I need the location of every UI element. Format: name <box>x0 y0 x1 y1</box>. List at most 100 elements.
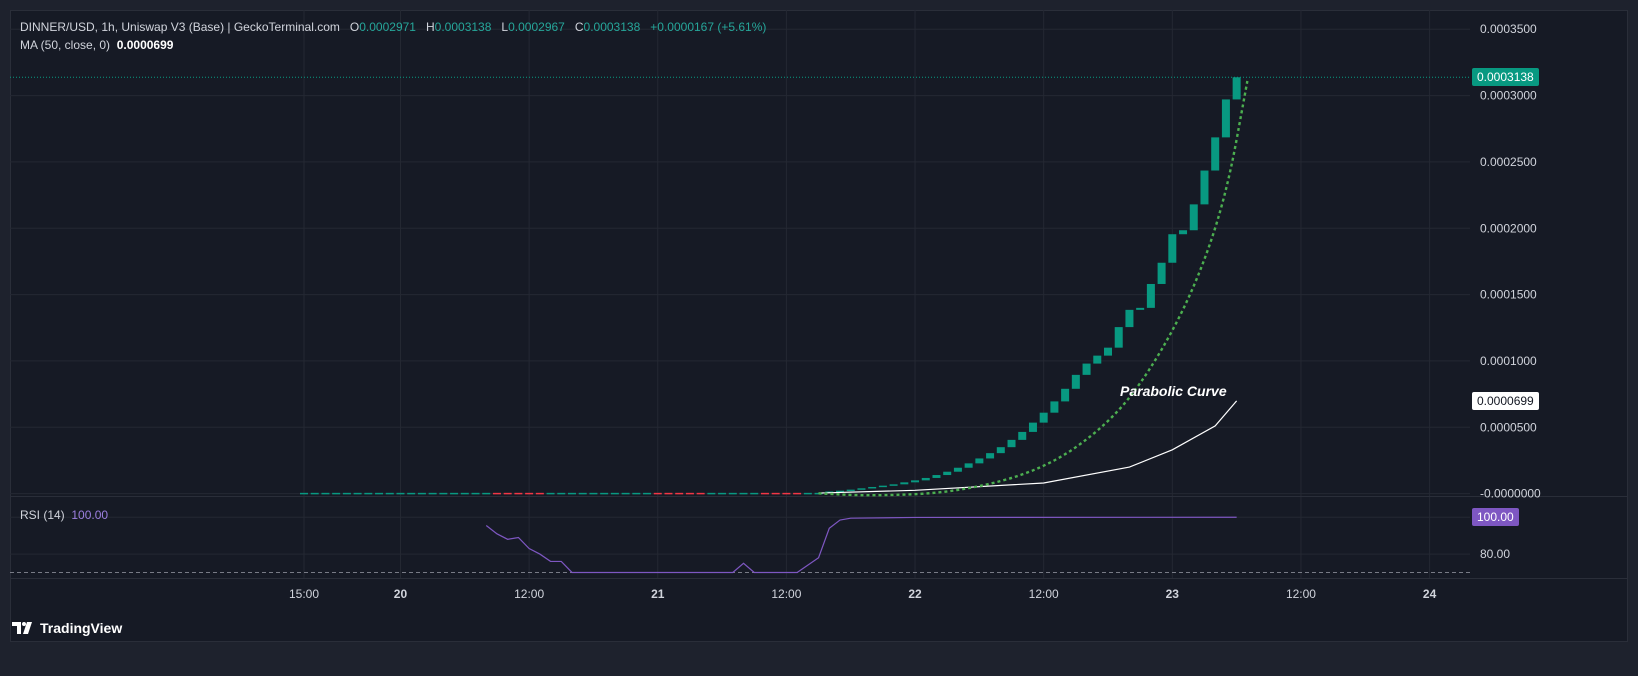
time-tick-label: 12:00 <box>1286 587 1316 601</box>
time-tick-label: 15:00 <box>289 587 319 601</box>
flat-candle <box>610 492 619 495</box>
candle <box>1071 374 1080 389</box>
close-label: C <box>574 20 584 34</box>
candle <box>1179 230 1188 235</box>
flat-candle <box>417 492 426 495</box>
price-tick-label: 0.0002500 <box>1480 155 1537 169</box>
flat-candle <box>771 492 780 495</box>
flat-candle <box>321 492 330 495</box>
ma-legend: MA (50, close, 0) 0.0000699 <box>20 38 173 52</box>
candle <box>943 471 952 476</box>
candle <box>846 489 855 492</box>
ma-line <box>818 400 1238 494</box>
price-tick-label: 0.0000500 <box>1480 420 1537 434</box>
candle <box>975 458 984 464</box>
last-price-badge: 0.0003138 <box>1472 68 1539 87</box>
rsi-value-badge: 100.00 <box>1472 508 1519 527</box>
flat-candle <box>482 492 491 495</box>
candle <box>932 475 941 478</box>
candle <box>1093 355 1102 364</box>
candle <box>1018 431 1027 440</box>
candle <box>1221 99 1230 138</box>
price-tick-label: 0.0003000 <box>1480 89 1537 103</box>
flat-candle <box>342 492 351 495</box>
flat-candle <box>696 492 705 495</box>
flat-candle <box>568 492 576 495</box>
candle <box>1146 283 1155 308</box>
rsi-series <box>10 516 1470 574</box>
candle <box>857 488 866 490</box>
flat-candle <box>407 492 416 495</box>
candle <box>921 477 930 481</box>
candle <box>1189 204 1198 231</box>
flat-candle <box>332 492 341 495</box>
candle <box>911 480 920 483</box>
tradingview-icon <box>12 622 32 634</box>
flat-candle <box>782 492 791 495</box>
chart-canvas[interactable]: 0.0003500 0.0003000 0.0002500 0.0002000 0.00… <box>0 0 1638 676</box>
rsi-tick-label: 80.00 <box>1480 547 1510 561</box>
candle <box>964 463 973 468</box>
flat-candle <box>600 492 609 495</box>
candle <box>996 447 1005 454</box>
symbol-title: DINNER/USD, 1h, Uniswap V3 (Base) | Geck… <box>20 20 340 34</box>
candle <box>1125 309 1134 328</box>
flat-candle <box>514 492 523 495</box>
time-tick-label: 21 <box>651 587 665 601</box>
rsi-label: RSI (14) <box>20 508 65 522</box>
candle <box>1232 77 1241 100</box>
flat-candle <box>471 492 480 495</box>
candle <box>953 467 962 472</box>
candle <box>1136 307 1145 310</box>
candle <box>1168 234 1177 263</box>
flat-candle <box>675 492 684 495</box>
flat-candle <box>428 492 437 495</box>
ma-series <box>818 400 1238 494</box>
flat-candle <box>621 492 630 495</box>
time-tick-label: 20 <box>394 587 408 601</box>
time-tick-label: 23 <box>1166 587 1180 601</box>
price-axis[interactable]: 0.0003500 0.0003000 0.0002500 0.0002000 0.00… <box>1480 22 1541 500</box>
candle <box>1028 422 1037 432</box>
flat-candle <box>664 492 673 495</box>
flat-candle <box>450 492 459 495</box>
candles-series <box>300 77 1241 495</box>
time-axis[interactable]: 15:00 20 12:00 21 12:00 22 12:00 23 12:00 24 <box>289 587 1437 601</box>
time-tick-label: 12:00 <box>771 587 801 601</box>
ma-price-badge: 0.0000699 <box>1472 391 1539 410</box>
flat-candle <box>364 492 373 495</box>
candle <box>1157 262 1166 284</box>
flat-candle <box>439 492 448 495</box>
flat-candle <box>375 492 384 495</box>
ma-value: 0.0000699 <box>116 38 174 52</box>
rsi-axis[interactable]: 80.00 <box>1480 547 1510 561</box>
flat-candle <box>760 492 769 495</box>
candle <box>1007 439 1016 448</box>
candle <box>1104 347 1112 356</box>
flat-candle <box>557 492 566 495</box>
rsi-line <box>485 516 1237 574</box>
time-tick-label: 12:00 <box>514 587 544 601</box>
flat-candle <box>385 492 394 495</box>
flat-candle <box>685 492 694 495</box>
flat-candle <box>728 492 737 495</box>
flat-candle <box>793 492 802 495</box>
flat-candle <box>718 492 727 495</box>
flat-candle <box>803 492 812 495</box>
candle <box>868 486 877 489</box>
candle <box>1039 412 1048 423</box>
candle <box>986 453 995 459</box>
candle <box>1211 137 1220 171</box>
tradingview-logo[interactable]: TradingView <box>12 620 122 636</box>
flat-candle <box>750 492 759 495</box>
flat-candle <box>707 492 716 495</box>
flat-candle <box>353 492 362 495</box>
price-tick-label: 0.0001500 <box>1480 288 1537 302</box>
price-tick-label: -0.0000000 <box>1480 487 1541 501</box>
price-tick-label: 0.0001000 <box>1480 354 1537 368</box>
flat-candle <box>503 492 512 495</box>
time-tick-label: 12:00 <box>1029 587 1059 601</box>
flat-candle <box>546 492 555 495</box>
flat-candle <box>310 492 319 495</box>
flat-candle <box>632 492 641 495</box>
